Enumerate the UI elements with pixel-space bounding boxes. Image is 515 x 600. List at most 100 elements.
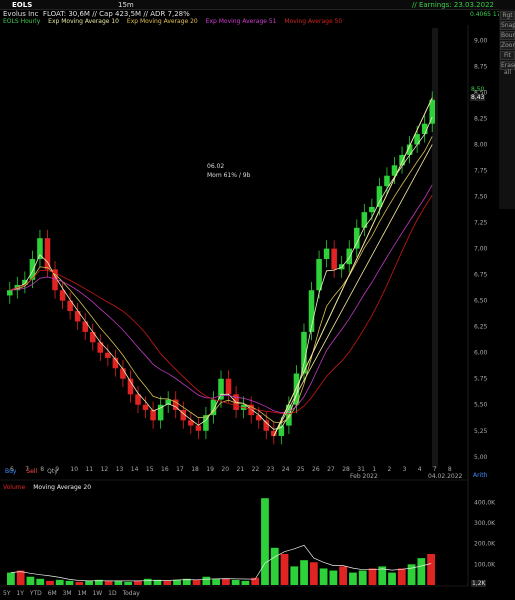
tf-5y[interactable]: 5Y bbox=[3, 590, 10, 597]
candle-body bbox=[225, 378, 232, 395]
tf-ytd[interactable]: YTD bbox=[30, 590, 42, 597]
price-tick: 6,50 bbox=[474, 298, 488, 305]
price-tick: 8,75 bbox=[474, 63, 488, 70]
price-tick: 6,25 bbox=[474, 324, 488, 331]
date-tick: 7 bbox=[433, 466, 437, 473]
date-tick: 23 bbox=[267, 466, 275, 473]
price-tick: 8,25 bbox=[474, 115, 488, 122]
chart-canvas[interactable]: 9,00 8,75 8,50 8,25 8,00 7,75 7,50 7,25 7,00 6,75… bbox=[0, 0, 515, 600]
volume-bar bbox=[368, 568, 377, 585]
price-tick: 5,00 bbox=[474, 454, 488, 461]
candle-body bbox=[44, 238, 51, 270]
tool-rgt[interactable]: Rgt bbox=[500, 11, 515, 20]
candle-body bbox=[37, 238, 43, 260]
tf-3m[interactable]: 3M bbox=[63, 590, 72, 597]
buy-sell-panel: Buy Sell Qty bbox=[5, 468, 58, 475]
date-tick: 19 bbox=[206, 466, 214, 473]
candle-body bbox=[120, 368, 126, 379]
volume-bar bbox=[143, 578, 152, 585]
volume-bar bbox=[212, 578, 220, 585]
price-tick: 5,75 bbox=[474, 376, 488, 383]
candle-body bbox=[142, 404, 149, 410]
volume-bar bbox=[319, 568, 328, 585]
date-tick: 31 bbox=[357, 466, 365, 473]
date-tick: 18 bbox=[191, 466, 199, 473]
price-tick: 7,75 bbox=[474, 168, 488, 175]
date-tick: 1 bbox=[372, 466, 376, 473]
volume-bar bbox=[388, 572, 396, 585]
volume-tick: 200,0K bbox=[474, 541, 496, 548]
volume-ma-label: Moving Average 20 bbox=[33, 484, 92, 491]
tool-erase-all[interactable]: Erase all bbox=[500, 61, 515, 76]
volume-bar bbox=[290, 566, 299, 585]
date-tick: 24 bbox=[282, 466, 290, 473]
volume-bar bbox=[261, 498, 269, 585]
trend-line-2 bbox=[273, 144, 433, 437]
volume-bar bbox=[124, 581, 133, 585]
volume-bar bbox=[16, 570, 25, 585]
volume-bar bbox=[104, 580, 113, 585]
scale-mode-toggle[interactable]: Arith bbox=[473, 472, 487, 479]
tf-1d[interactable]: 1D bbox=[108, 590, 116, 597]
volume-bar bbox=[26, 576, 35, 585]
date-tick: 11 bbox=[86, 466, 94, 473]
volume-bar bbox=[280, 554, 289, 585]
candle-body bbox=[429, 99, 435, 124]
tf-1w[interactable]: 1W bbox=[92, 590, 102, 597]
sell-button[interactable]: Sell bbox=[26, 468, 37, 475]
tf-today[interactable]: Today bbox=[122, 590, 139, 597]
volume-bar bbox=[192, 579, 201, 585]
date-tick: 26 bbox=[312, 466, 320, 473]
qty-field[interactable]: Qty bbox=[47, 468, 58, 475]
price-tick: 5,50 bbox=[474, 402, 488, 409]
price-tick: 8,00 bbox=[474, 142, 488, 149]
candle-body bbox=[195, 425, 202, 431]
volume-tick: 300,0K bbox=[474, 520, 496, 527]
volume-tag: 1,2K bbox=[471, 580, 487, 587]
candle-body bbox=[316, 259, 322, 291]
buy-button[interactable]: Buy bbox=[5, 468, 16, 475]
volume-bar bbox=[75, 581, 84, 585]
candle-body bbox=[263, 420, 270, 431]
volume-bar bbox=[7, 572, 15, 585]
volume-bar bbox=[417, 558, 426, 585]
candle-body bbox=[105, 352, 111, 358]
tool-fit[interactable]: Fit bbox=[500, 51, 515, 60]
volume-bar bbox=[397, 568, 406, 585]
volume-label: Volume bbox=[3, 484, 26, 491]
date-tick: 14 bbox=[131, 466, 139, 473]
volume-bar bbox=[358, 570, 367, 585]
date-tick: 13 bbox=[116, 466, 124, 473]
candles-layer bbox=[7, 91, 435, 445]
date-month: Feb 2022 bbox=[350, 473, 378, 480]
candle-body bbox=[369, 206, 375, 213]
tf-1y[interactable]: 1Y bbox=[16, 590, 23, 597]
volume-bar bbox=[55, 579, 64, 585]
candle-body bbox=[323, 248, 330, 260]
volume-bar bbox=[349, 572, 357, 585]
candle-body bbox=[7, 290, 13, 296]
candle-body bbox=[331, 248, 337, 270]
price-tick: 5,25 bbox=[474, 428, 488, 435]
tf-1m[interactable]: 1M bbox=[78, 590, 87, 597]
date-tick: 4 bbox=[418, 466, 422, 473]
date-tick: 22 bbox=[252, 466, 260, 473]
price-tick: 7,00 bbox=[474, 246, 488, 253]
tool-snap[interactable]: Snap bbox=[500, 21, 515, 30]
tool-bounds[interactable]: Bounds bbox=[500, 31, 515, 40]
volume-bar bbox=[309, 562, 318, 585]
right-toolbar: Rgt Snap Bounds Zoom Fit Erase all bbox=[499, 9, 515, 209]
volume-tick: 400,0K bbox=[474, 499, 496, 506]
tf-6m[interactable]: 6M bbox=[48, 590, 57, 597]
volume-axis: 400,0K 300,0K 200,0K 100,0K bbox=[474, 499, 496, 568]
date-tick: 15 bbox=[146, 466, 154, 473]
candle-body bbox=[414, 134, 420, 145]
volume-bar bbox=[222, 578, 230, 585]
price-tick: 7,50 bbox=[474, 194, 488, 201]
price-tick: 6,00 bbox=[474, 350, 488, 357]
volume-bar bbox=[202, 576, 211, 585]
volume-ma-line bbox=[10, 544, 432, 582]
annotation-momentum: Mom 61% / 9b bbox=[207, 172, 251, 179]
date-tick: 21 bbox=[237, 466, 245, 473]
tool-zoom[interactable]: Zoom bbox=[500, 41, 515, 50]
